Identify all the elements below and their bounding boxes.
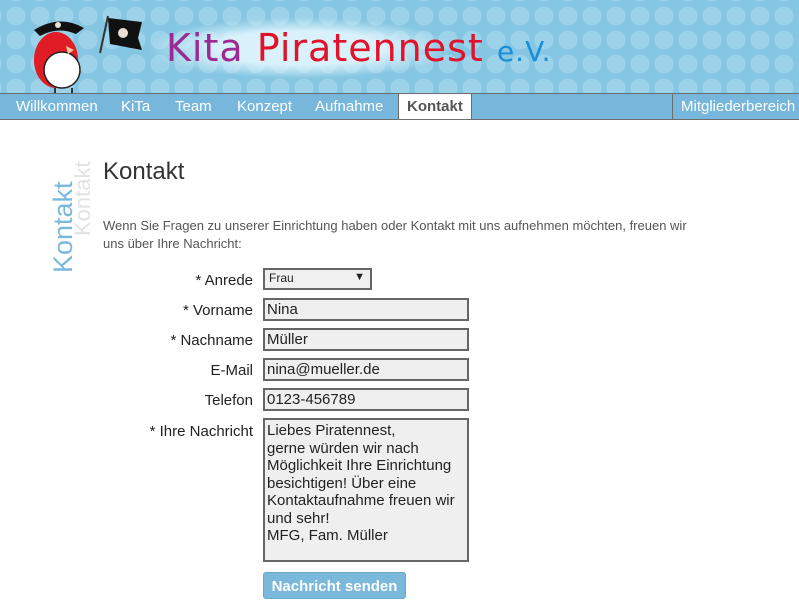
nav-item-willkommen[interactable]: Willkommen (16, 94, 98, 119)
telefon-label: Telefon (204, 392, 253, 409)
vorname-label: * Vorname (182, 302, 253, 319)
page-title: Kontakt (103, 158, 185, 185)
nachname-label: * Nachname (170, 332, 253, 349)
dropdown-arrow-icon: ▼ (354, 271, 365, 283)
nav-item-team[interactable]: Team (175, 94, 212, 119)
email-label: E-Mail (210, 362, 253, 379)
nachricht-textarea[interactable]: Liebes Piratennest, gerne würden wir nac… (263, 418, 469, 562)
intro-text: Wenn Sie Fragen zu unserer Einrichtung h… (103, 218, 687, 251)
site-logo[interactable]: Kita Piratennest e.V. (166, 26, 552, 70)
email-input[interactable]: nina@mueller.de (263, 358, 469, 381)
nav-item-aufnahme[interactable]: Aufnahme (315, 94, 383, 119)
header: Kita Piratennest e.V. (0, 0, 799, 94)
pirate-mascot-logo (34, 15, 142, 94)
anrede-label: * Anrede (195, 272, 253, 289)
sidebar-title: Kontakt (48, 181, 78, 273)
main-nav: Willkommen KiTa Team Konzept Aufnahme Ko… (0, 93, 799, 120)
nav-item-kita[interactable]: KiTa (121, 94, 150, 119)
nachricht-label: * Ihre Nachricht (149, 423, 253, 440)
telefon-input[interactable]: 0123-456789 (263, 388, 469, 411)
vorname-input[interactable]: Nina (263, 298, 469, 321)
nav-item-kontakt[interactable]: Kontakt (398, 94, 472, 119)
submit-button[interactable]: Nachricht senden (263, 572, 406, 599)
nav-item-konzept[interactable]: Konzept (237, 94, 292, 119)
anrede-select[interactable]: Frau ▼ (263, 268, 372, 290)
nachname-input[interactable]: Müller (263, 328, 469, 351)
nav-item-mitgliederbereich[interactable]: Mitgliederbereich (672, 94, 795, 119)
